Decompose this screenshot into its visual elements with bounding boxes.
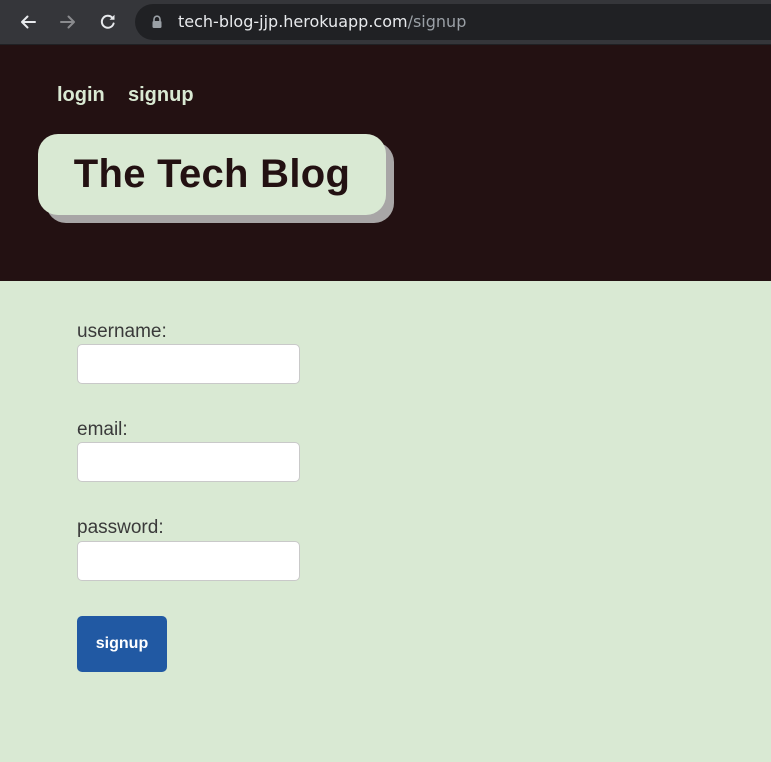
reload-icon [100, 14, 115, 29]
back-arrow-icon [21, 15, 36, 29]
email-input[interactable] [77, 442, 300, 482]
browser-toolbar: tech-blog-jjp.herokuapp.com/signup [0, 0, 771, 45]
url-text: tech-blog-jjp.herokuapp.com/signup [178, 12, 466, 32]
username-input[interactable] [77, 344, 300, 384]
address-bar[interactable]: tech-blog-jjp.herokuapp.com/signup [135, 4, 771, 40]
username-label: username: [77, 321, 167, 342]
site-header: login signup The Tech Blog [0, 45, 771, 281]
url-host: tech-blog-jjp.herokuapp.com [178, 12, 408, 31]
back-button[interactable] [13, 7, 43, 37]
email-label: email: [77, 419, 128, 440]
url-path: /signup [407, 12, 467, 31]
nav-signup-link[interactable]: signup [128, 85, 194, 105]
password-label: password: [77, 517, 164, 538]
title-box: The Tech Blog [38, 134, 386, 215]
forward-arrow-icon [60, 15, 75, 29]
forward-button[interactable] [53, 7, 83, 37]
password-input[interactable] [77, 541, 300, 581]
page-title: The Tech Blog [73, 152, 351, 196]
signup-button[interactable]: signup [77, 616, 167, 672]
nav-login-link[interactable]: login [57, 85, 105, 105]
reload-button[interactable] [93, 7, 123, 37]
lock-icon [152, 15, 162, 28]
